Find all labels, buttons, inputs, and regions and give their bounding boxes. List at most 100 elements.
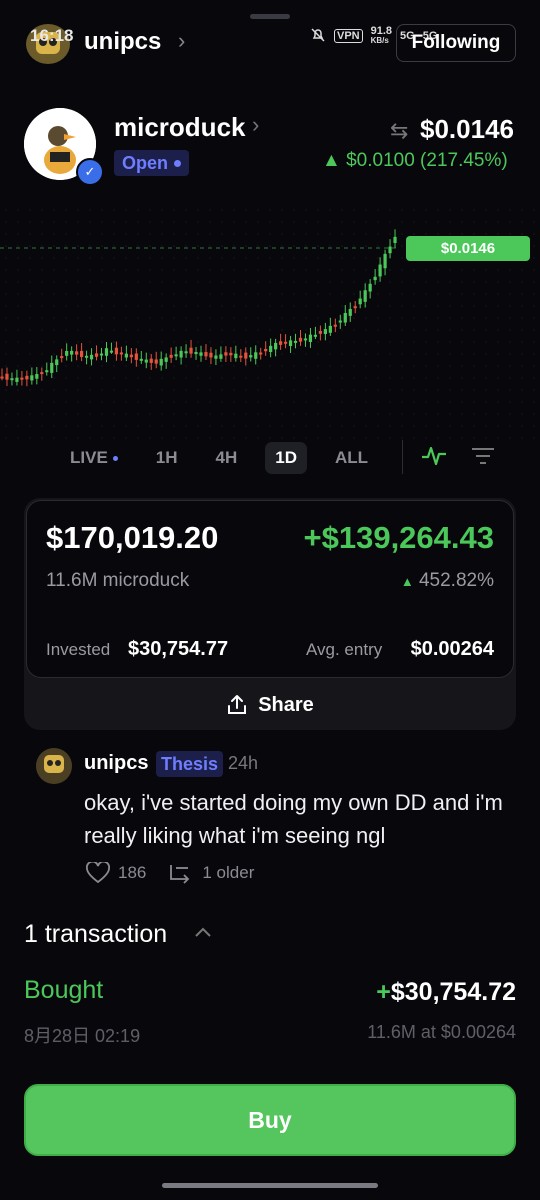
candle [84, 355, 89, 358]
candle [164, 357, 168, 362]
candle [144, 359, 148, 363]
candle [358, 298, 362, 305]
candle [239, 355, 243, 358]
candle [328, 325, 332, 333]
net-speed: 91.8 KB/s [370, 25, 393, 46]
candle [60, 356, 64, 359]
candle [333, 324, 337, 327]
candle [264, 348, 268, 352]
chevron-right-icon[interactable]: › [252, 112, 259, 138]
heart-icon[interactable] [86, 862, 110, 884]
tab-live[interactable]: LIVE [60, 442, 128, 474]
comment-time: 24h [228, 753, 259, 773]
transactions-title[interactable]: 1 transaction [24, 920, 167, 949]
invested-label: Invested [46, 640, 111, 659]
candle [104, 348, 109, 356]
candle [219, 354, 223, 359]
candle [298, 337, 303, 342]
candle [184, 351, 188, 354]
candle [259, 352, 263, 355]
position-quantity: 11.6M microduck [46, 570, 190, 591]
vpn-badge: VPN [334, 29, 363, 43]
candle [283, 341, 288, 344]
sheet-grabber[interactable] [250, 14, 290, 19]
candle [149, 358, 153, 363]
candle [234, 353, 238, 359]
candle [303, 338, 308, 341]
current-price-label: $0.0146 [406, 236, 530, 261]
candle [343, 313, 347, 323]
mute-icon [310, 27, 326, 46]
filter-icon[interactable] [470, 444, 496, 473]
buy-button[interactable]: Buy [24, 1084, 516, 1156]
candle [293, 340, 298, 343]
candle [229, 352, 233, 356]
candle [254, 352, 258, 359]
tab-4h[interactable]: 4H [206, 442, 248, 474]
candle [139, 358, 143, 361]
candle [10, 378, 14, 381]
swap-icon[interactable]: ⇆ [390, 118, 408, 144]
candle [174, 354, 178, 357]
tab-1h[interactable]: 1H [146, 442, 188, 474]
price-change: ▲ $0.0100 (217.45%) [322, 150, 508, 172]
status-label: Open [122, 152, 169, 173]
tab-1d[interactable]: 1D [265, 442, 307, 474]
candle [20, 377, 24, 380]
status-dot [174, 159, 182, 167]
status-time: 16:18 [30, 26, 74, 45]
candle [169, 354, 173, 358]
candle [288, 340, 293, 347]
candle [383, 253, 387, 269]
chevron-right-icon[interactable]: › [178, 28, 185, 54]
thesis-badge: Thesis [156, 751, 224, 777]
scroll-fade [0, 1040, 540, 1070]
transaction-amount: +$30,754.72 [376, 978, 516, 1006]
candle [373, 276, 377, 281]
status-badge: Open [114, 150, 190, 176]
range-tabs: LIVE 1H 4H 1D ALL [60, 440, 520, 476]
candle [50, 362, 54, 373]
comment-username[interactable]: unipcs [84, 752, 148, 775]
candle [368, 283, 372, 292]
candle [80, 350, 84, 357]
candle [30, 375, 34, 381]
candle [353, 306, 357, 309]
candle [134, 353, 138, 360]
position-value: $170,019.20 [46, 520, 219, 555]
verified-badge-icon: ✓ [76, 158, 104, 186]
candle [393, 236, 397, 244]
price-change-value: $0.0100 (217.45%) [346, 150, 508, 171]
tabs-divider [402, 440, 403, 474]
invested-value: $30,754.77 [128, 638, 229, 660]
candle [25, 375, 29, 380]
header-username[interactable]: unipcs [84, 28, 161, 56]
candle [109, 350, 114, 353]
older-replies-link[interactable]: 1 older [202, 863, 254, 883]
comment-avatar[interactable] [36, 748, 72, 784]
replies-icon[interactable] [168, 862, 194, 884]
candle [99, 353, 104, 356]
home-indicator[interactable] [162, 1183, 378, 1188]
following-button[interactable]: Following [396, 24, 516, 62]
candle [249, 355, 253, 358]
line-chart-icon[interactable] [420, 442, 448, 475]
candle [35, 374, 39, 379]
candle [274, 342, 278, 350]
tab-all[interactable]: ALL [325, 442, 378, 474]
share-icon [228, 695, 247, 714]
candle [65, 350, 69, 356]
candle [348, 308, 352, 316]
candle [124, 353, 128, 358]
share-button[interactable]: Share [24, 680, 516, 730]
chevron-up-icon[interactable] [192, 922, 214, 949]
candle [40, 372, 44, 375]
avg-entry-label: Avg. entry [306, 640, 383, 659]
candle [378, 264, 382, 277]
candle [70, 350, 74, 355]
candle [0, 376, 4, 379]
token-name[interactable]: microduck [114, 112, 246, 143]
candle [114, 347, 119, 355]
candle [244, 352, 248, 359]
live-dot [112, 455, 118, 461]
